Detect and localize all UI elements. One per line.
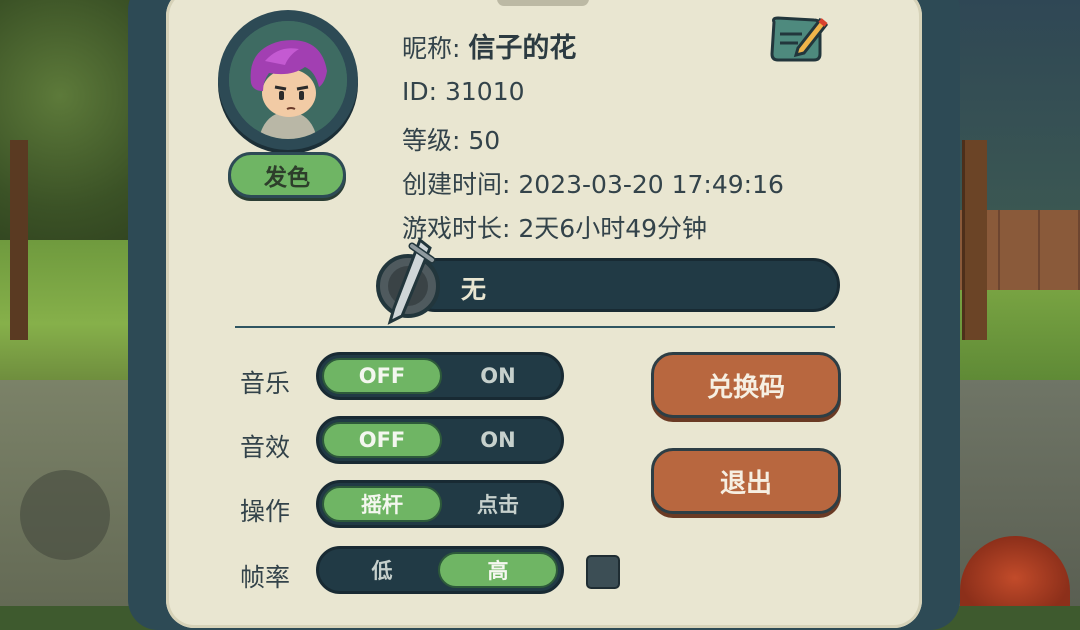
nickname-label: 昵称: (402, 34, 461, 63)
section-divider (235, 326, 835, 328)
panel-top-notch (497, 0, 589, 6)
control-tap-option[interactable]: 点击 (438, 486, 558, 522)
logout-button[interactable]: 退出 (651, 448, 841, 514)
edit-note-icon (770, 16, 829, 62)
framerate-label: 帧率 (240, 563, 291, 592)
edit-nickname-button[interactable] (768, 14, 829, 64)
playtime-row: 游戏时长: 2天6小时49分钟 (402, 209, 707, 245)
sfx-off-option[interactable]: OFF (322, 422, 442, 458)
level-row: 等级: 50 (402, 121, 500, 157)
control-label: 操作 (240, 497, 291, 526)
avatar[interactable] (218, 10, 358, 150)
framerate-low-option[interactable]: 低 (322, 552, 442, 588)
avatar-portrait-icon (229, 21, 347, 139)
id-value: 31010 (445, 77, 525, 106)
sfx-on-option[interactable]: ON (438, 422, 558, 458)
sword-shield-icon (372, 236, 444, 328)
rock (20, 470, 110, 560)
level-value: 50 (468, 126, 501, 155)
control-toggle[interactable]: 摇杆 点击 (316, 480, 564, 528)
music-toggle[interactable]: OFF ON (316, 352, 564, 400)
tree-trunk (10, 140, 28, 340)
id-label: ID: (402, 77, 438, 106)
framerate-checkbox[interactable] (586, 555, 620, 589)
sfx-label: 音效 (240, 433, 291, 462)
music-on-option[interactable]: ON (438, 358, 558, 394)
created-row: 创建时间: 2023-03-20 17:49:16 (402, 165, 784, 201)
playtime-value: 2天6小时49分钟 (518, 214, 708, 243)
sfx-toggle[interactable]: OFF ON (316, 416, 564, 464)
id-row: ID: 31010 (402, 77, 525, 106)
control-joystick-option[interactable]: 摇杆 (322, 486, 442, 522)
title-value: 无 (461, 275, 487, 304)
created-label: 创建时间: (402, 170, 511, 199)
nickname-row: 昵称: 信子的花 (402, 26, 576, 65)
music-label: 音乐 (240, 369, 291, 398)
framerate-toggle[interactable]: 低 高 (316, 546, 564, 594)
hair-color-button[interactable]: 发色 (228, 152, 346, 198)
music-off-option[interactable]: OFF (322, 358, 442, 394)
created-value: 2023-03-20 17:49:16 (518, 170, 784, 199)
framerate-high-option[interactable]: 高 (438, 552, 558, 588)
wooden-post (962, 140, 987, 340)
nickname-value: 信子的花 (468, 33, 577, 64)
level-label: 等级: (402, 126, 461, 155)
redeem-code-button[interactable]: 兑换码 (651, 352, 841, 418)
